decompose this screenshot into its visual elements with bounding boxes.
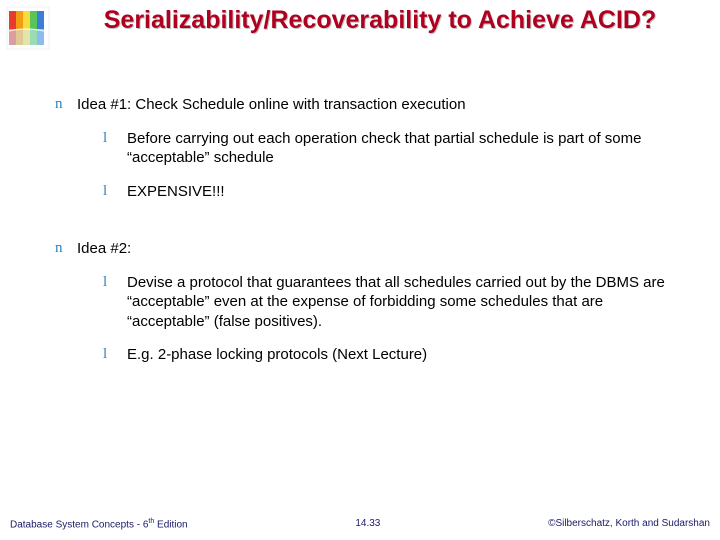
idea-heading: Idea #1: Check Schedule online with tran… (77, 95, 685, 115)
bullet-n-icon: n (55, 239, 77, 259)
idea-block: n Idea #2: l Devise a protocol that guar… (55, 239, 685, 365)
book-logo (6, 6, 50, 50)
point-text: Before carrying out each operation check… (127, 129, 685, 168)
sublist: l Before carrying out each operation che… (103, 129, 685, 202)
list-item: l EXPENSIVE!!! (103, 182, 685, 202)
point-text: E.g. 2-phase locking protocols (Next Lec… (127, 345, 685, 365)
list-item: n Idea #2: (55, 239, 685, 259)
footer-left-prefix: Database System Concepts - 6 (10, 519, 148, 530)
slide-body: n Idea #1: Check Schedule online with tr… (55, 95, 685, 403)
footer-right: ©Silberschatz, Korth and Sudarshan (548, 518, 710, 530)
idea-block: n Idea #1: Check Schedule online with tr… (55, 95, 685, 201)
bullet-l-icon: l (103, 345, 127, 365)
footer-left: Database System Concepts - 6th Edition (10, 518, 188, 530)
sublist: l Devise a protocol that guarantees that… (103, 273, 685, 365)
footer-left-suffix: Edition (154, 519, 187, 530)
bullet-l-icon: l (103, 129, 127, 149)
list-item: l Devise a protocol that guarantees that… (103, 273, 685, 332)
list-item: l E.g. 2-phase locking protocols (Next L… (103, 345, 685, 365)
list-item: l Before carrying out each operation che… (103, 129, 685, 168)
slide-footer: Database System Concepts - 6th Edition 1… (0, 518, 720, 530)
slide: Serializability/Recoverability to Achiev… (0, 0, 720, 540)
bullet-l-icon: l (103, 182, 127, 202)
list-item: n Idea #1: Check Schedule online with tr… (55, 95, 685, 115)
bullet-l-icon: l (103, 273, 127, 293)
point-text: EXPENSIVE!!! (127, 182, 685, 202)
bullet-n-icon: n (55, 95, 77, 115)
point-text: Devise a protocol that guarantees that a… (127, 273, 685, 332)
slide-title: Serializability/Recoverability to Achiev… (60, 6, 700, 35)
idea-heading: Idea #2: (77, 239, 685, 259)
footer-center: 14.33 (355, 518, 380, 530)
